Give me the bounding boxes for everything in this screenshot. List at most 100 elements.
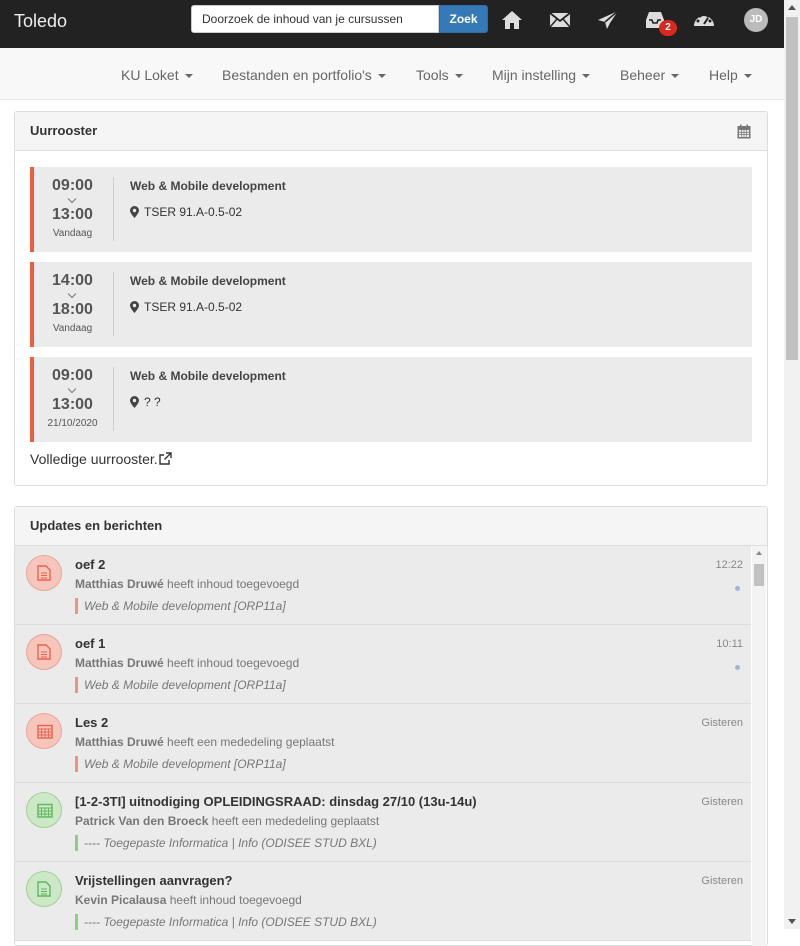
search-input[interactable] <box>191 5 439 33</box>
menu-label: Help <box>709 67 738 83</box>
menu-beheer[interactable]: Beheer <box>620 67 680 83</box>
update-item[interactable]: Les 2 Matthias Druwé heeft een mededelin… <box>15 704 751 783</box>
schedule-title: Uurrooster <box>15 112 767 151</box>
chevron-down-icon <box>38 196 107 205</box>
divider <box>113 272 114 336</box>
update-title: [1-2-3TI] uitnodiging OPLEIDINGSRAAD: di… <box>75 794 477 809</box>
map-pin-icon <box>130 301 139 313</box>
menu-bestanden[interactable]: Bestanden en portfolio's <box>222 67 386 83</box>
mail-icon[interactable] <box>548 9 572 31</box>
update-item[interactable]: oef 2 Matthias Druwé heeft inhoud toegev… <box>15 546 751 625</box>
schedule-item[interactable]: 09:00 13:00 21/10/2020 Web & Mobile deve… <box>30 357 752 442</box>
top-navbar: Toledo Zoek 2 JD <box>0 0 784 48</box>
update-action-text: heeft inhoud toegevoegd <box>167 656 300 670</box>
update-time: 10:11 <box>716 638 743 650</box>
updates-title: Updates en berichten <box>15 507 767 546</box>
update-time: Gisteren <box>701 717 743 729</box>
update-title: Vrijstellingen aanvragen? <box>75 873 233 888</box>
update-title: oef 2 <box>75 557 106 572</box>
home-icon[interactable] <box>500 9 524 31</box>
calendar-icon[interactable] <box>737 124 751 139</box>
updates-scrollbar[interactable] <box>752 546 766 946</box>
update-time: Gisteren <box>701 796 743 808</box>
send-icon[interactable] <box>596 9 620 31</box>
full-schedule-link[interactable]: Volledige uurrooster. <box>30 451 172 467</box>
divider <box>113 177 114 241</box>
update-action-text: heeft inhoud toegevoegd <box>167 577 300 591</box>
end-time: 13:00 <box>52 396 93 413</box>
caret-down-icon <box>671 74 680 79</box>
schedule-panel: Uurrooster 09:00 13:00 Vandaag Web & Mob… <box>14 111 768 486</box>
update-action: Matthias Druwé heeft een mededeling gepl… <box>75 735 335 749</box>
course-name: Web & Mobile development <box>130 179 286 193</box>
scroll-down-arrow[interactable] <box>788 919 796 924</box>
update-author[interactable]: Matthias Druwé <box>75 735 164 749</box>
scrollbar-thumb[interactable] <box>754 564 764 586</box>
menu-mijn-instelling[interactable]: Mijn instelling <box>492 67 591 83</box>
menu-ku-loket[interactable]: KU Loket <box>121 67 193 83</box>
update-course: Web & Mobile development [ORP11a] <box>75 598 286 614</box>
update-title: oef 1 <box>75 636 106 651</box>
update-item[interactable]: oef 1 Matthias Druwé heeft inhoud toegev… <box>15 625 751 704</box>
location: TSER 91.A-0.5-02 <box>130 205 242 219</box>
document-icon <box>26 871 62 907</box>
time-range: 09:00 13:00 Vandaag <box>38 176 107 239</box>
chevron-down-icon <box>38 291 107 300</box>
location: TSER 91.A-0.5-02 <box>130 300 242 314</box>
update-author[interactable]: Matthias Druwé <box>75 656 164 670</box>
time-range: 09:00 13:00 21/10/2020 <box>38 366 107 429</box>
inbox-badge: 2 <box>659 20 677 36</box>
location-text: TSER 91.A-0.5-02 <box>144 205 243 219</box>
day-label: Vandaag <box>52 228 93 239</box>
update-item[interactable]: Vrijstellingen aanvragen? Kevin Picalaus… <box>15 862 751 941</box>
unread-indicator <box>735 586 740 591</box>
menu-tools[interactable]: Tools <box>416 67 463 83</box>
update-title: Les 2 <box>75 715 109 730</box>
update-item[interactable]: [1-2-3TI] uitnodiging OPLEIDINGSRAAD: di… <box>15 783 751 862</box>
start-time: 14:00 <box>52 272 93 289</box>
schedule-item[interactable]: 09:00 13:00 Vandaag Web & Mobile develop… <box>30 167 752 252</box>
dashboard-icon[interactable] <box>692 9 716 31</box>
end-time: 13:00 <box>52 206 93 223</box>
schedule-item[interactable]: 14:00 18:00 Vandaag Web & Mobile develop… <box>30 262 752 347</box>
menu-label: Beheer <box>620 67 666 83</box>
course-name: Web & Mobile development <box>130 274 286 288</box>
caret-down-icon <box>743 74 752 79</box>
chevron-down-icon <box>38 386 107 395</box>
scroll-up-arrow[interactable] <box>788 5 796 10</box>
update-author[interactable]: Kevin Picalausa <box>75 893 166 907</box>
time-range: 14:00 18:00 Vandaag <box>38 271 107 334</box>
location-text: ? ? <box>144 395 161 409</box>
update-author[interactable]: Patrick Van den Broeck <box>75 814 208 828</box>
update-course: Web & Mobile development [ORP11a] <box>75 756 286 772</box>
document-icon <box>26 634 62 670</box>
update-action: Matthias Druwé heeft inhoud toegevoegd <box>75 577 299 591</box>
scrollbar-thumb[interactable] <box>786 17 798 360</box>
unread-indicator <box>735 665 740 670</box>
day-label: 21/10/2020 <box>47 418 98 429</box>
update-action: Patrick Van den Broeck heeft een mededel… <box>75 814 379 828</box>
updates-list: oef 2 Matthias Druwé heeft inhoud toegev… <box>15 546 751 946</box>
map-pin-icon <box>130 206 139 218</box>
update-time: Gisteren <box>701 875 743 887</box>
user-avatar[interactable]: JD <box>744 8 768 32</box>
update-course: ---- Toegepaste Informatica | Info (ODIS… <box>75 914 377 930</box>
document-icon <box>26 555 62 591</box>
day-label: Vandaag <box>52 323 93 334</box>
brand-logo[interactable]: Toledo <box>14 11 67 32</box>
divider <box>113 367 114 431</box>
menu-help[interactable]: Help <box>709 67 752 83</box>
scroll-up-arrow[interactable] <box>756 551 762 555</box>
end-time: 18:00 <box>52 301 93 318</box>
update-author[interactable]: Matthias Druwé <box>75 577 164 591</box>
caret-down-icon <box>454 74 463 79</box>
update-action-text: heeft een mededeling geplaatst <box>167 735 335 749</box>
update-time: 12:22 <box>715 559 743 571</box>
map-pin-icon <box>130 396 139 408</box>
update-course: ---- Toegepaste Informatica | Info (ODIS… <box>75 835 377 851</box>
menu-label: KU Loket <box>121 67 179 83</box>
calendar-icon <box>26 713 62 749</box>
search-button[interactable]: Zoek <box>439 5 488 33</box>
update-action-text: heeft een mededeling geplaatst <box>211 814 380 828</box>
page-scrollbar[interactable] <box>784 0 800 929</box>
